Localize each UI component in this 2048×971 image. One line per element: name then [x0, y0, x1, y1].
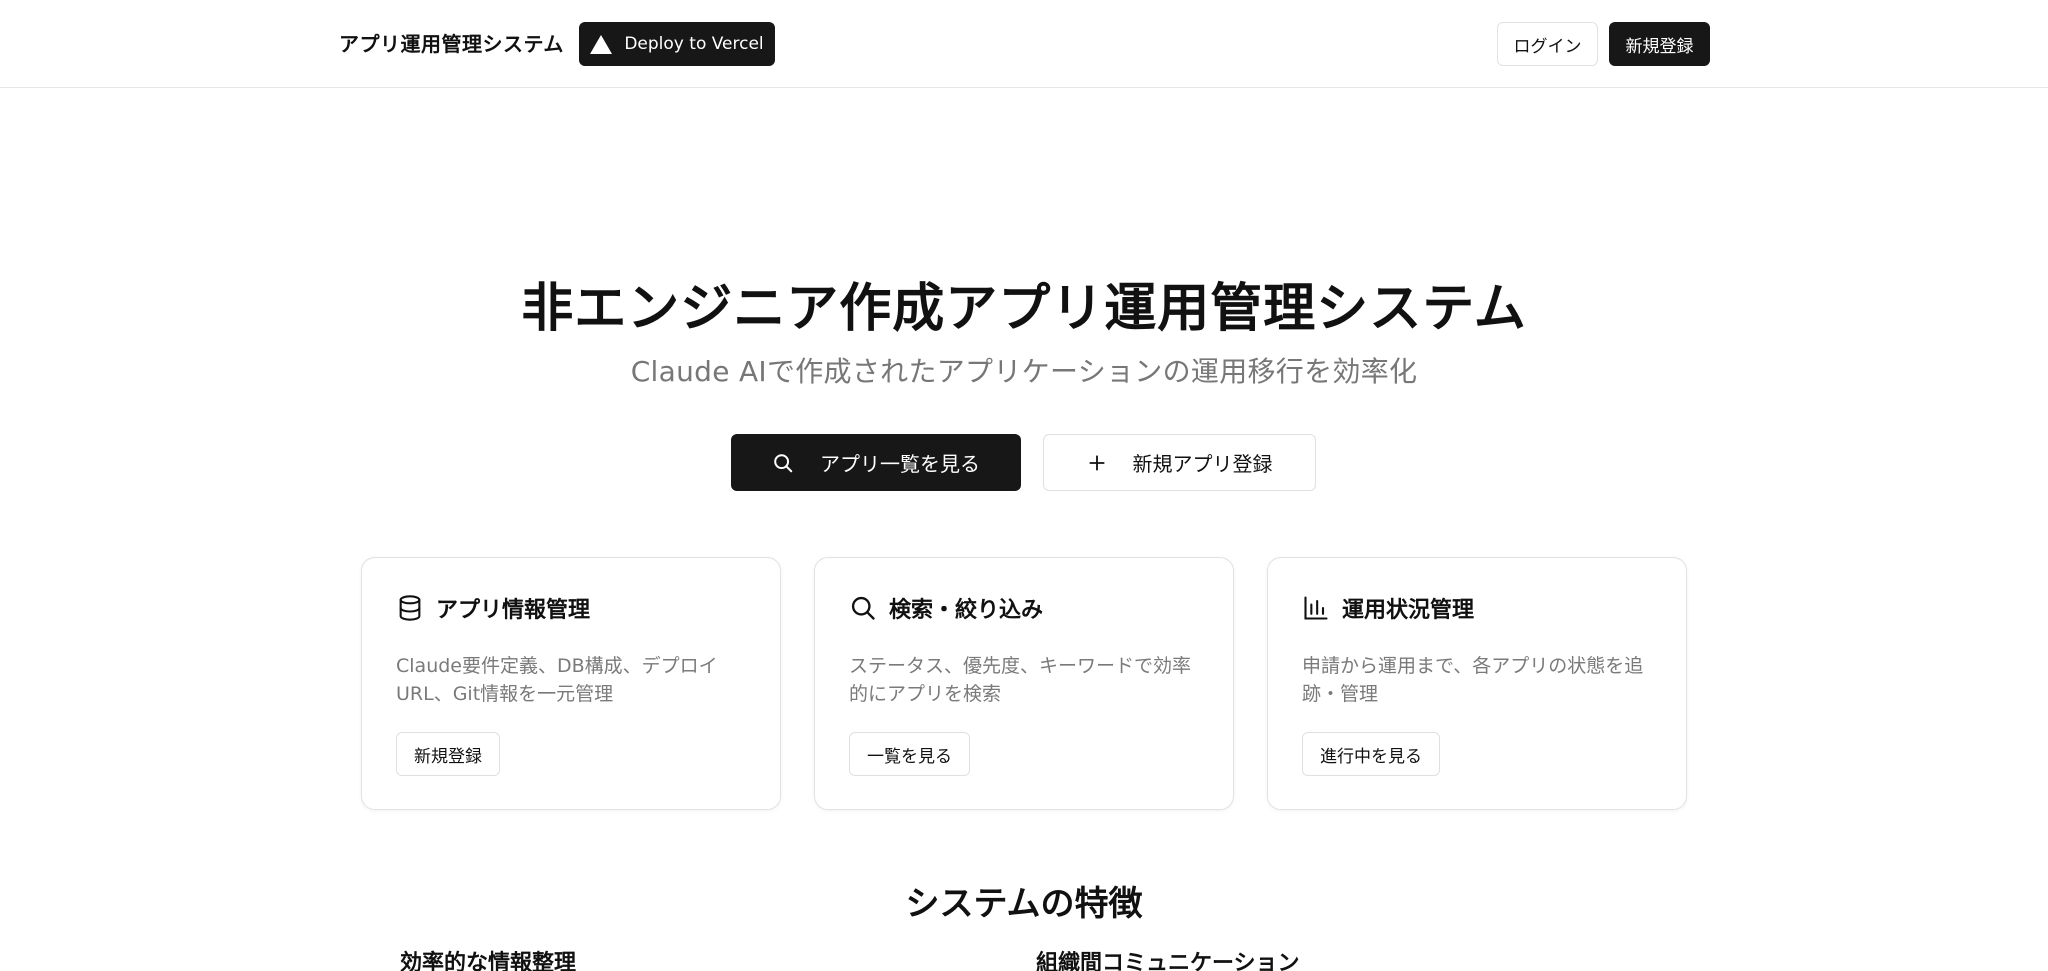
- card-new-register-button[interactable]: 新規登録: [396, 732, 500, 776]
- view-app-list-label: アプリ一覧を見る: [820, 452, 980, 476]
- register-new-app-label: 新規アプリ登録: [1132, 452, 1273, 476]
- feature-item-title: 組織間コミュニケーション: [1036, 951, 1300, 971]
- hero-subtitle: Claude AIで作成されたアプリケーションの運用移行を効率化: [630, 355, 1418, 388]
- card-description: ステータス、優先度、キーワードで効率的にアプリを検索: [849, 655, 1192, 705]
- signup-button[interactable]: 新規登録: [1609, 22, 1710, 66]
- card-description: 申請から運用まで、各アプリの状態を追跡・管理: [1302, 655, 1644, 705]
- bar-chart-icon: [1302, 594, 1330, 622]
- database-icon: [396, 594, 424, 622]
- card-view-in-progress-button[interactable]: 進行中を見る: [1302, 732, 1440, 776]
- card-header: 検索・絞り込み: [849, 592, 1043, 624]
- vercel-triangle-icon: [590, 34, 613, 54]
- feature-card-operation-status: 運用状況管理 申請から運用まで、各アプリの状態を追跡・管理 進行中を見る: [1267, 557, 1687, 810]
- hero-title: 非エンジニア作成アプリ運用管理システム: [521, 279, 1527, 339]
- brand-title[interactable]: アプリ運用管理システム: [339, 28, 564, 57]
- deploy-button-label: Deploy to Vercel: [624, 34, 764, 54]
- login-button[interactable]: ログイン: [1497, 22, 1598, 66]
- deploy-to-vercel-button[interactable]: Deploy to Vercel: [579, 22, 775, 66]
- card-title: アプリ情報管理: [436, 598, 591, 623]
- page: アプリ運用管理システム Deploy to Vercel ログイン 新規登録 非…: [0, 0, 2048, 971]
- card-description: Claude要件定義、DB構成、デプロイURL、Git情報を一元管理: [396, 655, 718, 705]
- register-new-app-button[interactable]: 新規アプリ登録: [1043, 434, 1316, 491]
- search-icon: [772, 452, 794, 474]
- feature-card-search: 検索・絞り込み ステータス、優先度、キーワードで効率的にアプリを検索 一覧を見る: [814, 557, 1234, 810]
- top-nav: アプリ運用管理システム Deploy to Vercel ログイン 新規登録: [0, 0, 2048, 88]
- card-title: 運用状況管理: [1342, 598, 1475, 623]
- search-icon: [849, 594, 877, 622]
- card-view-list-button[interactable]: 一覧を見る: [849, 732, 970, 776]
- plus-icon: [1087, 453, 1107, 473]
- card-title: 検索・絞り込み: [889, 598, 1044, 623]
- card-header: アプリ情報管理: [396, 592, 590, 624]
- feature-item-title: 効率的な情報整理: [400, 951, 577, 971]
- view-app-list-button[interactable]: アプリ一覧を見る: [731, 434, 1021, 491]
- features-section-title: システムの特徴: [905, 884, 1143, 924]
- card-header: 運用状況管理: [1302, 592, 1474, 624]
- feature-card-app-info: アプリ情報管理 Claude要件定義、DB構成、デプロイURL、Git情報を一元…: [361, 557, 781, 810]
